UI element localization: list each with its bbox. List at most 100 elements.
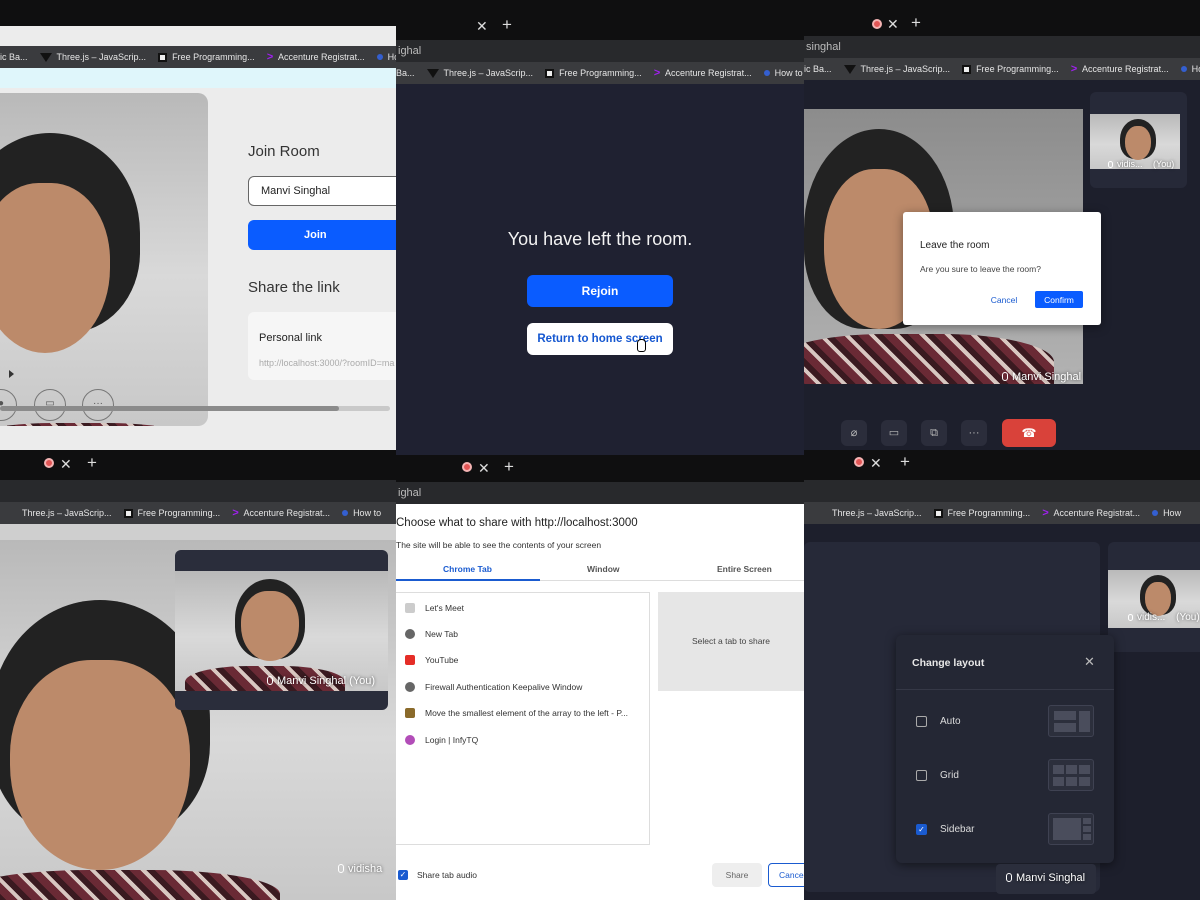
checkbox-icon [916, 716, 927, 727]
address-bar[interactable] [0, 480, 396, 502]
new-tab-icon[interactable]: + [502, 15, 512, 35]
bookmark-accenture[interactable]: > Accenture Registrat... [232, 507, 330, 519]
bookmark-free-programming[interactable]: Free Programming... [933, 508, 1030, 518]
end-call-button[interactable]: ☎ [1002, 419, 1056, 447]
tab-chrome-tab[interactable]: Chrome Tab [443, 564, 492, 574]
mute-mic-button[interactable]: ⌀ [841, 420, 867, 446]
layout-option-auto[interactable]: Auto [916, 716, 961, 727]
list-item[interactable]: YouTube [405, 655, 458, 665]
recording-icon [854, 457, 864, 467]
dot-icon [342, 510, 349, 516]
bookmark-accenture[interactable]: > Accenture Registrat... [654, 67, 752, 79]
close-tab-icon[interactable]: ✕ [870, 455, 882, 472]
bookmark-label: Free Programming... [172, 52, 255, 62]
share-button[interactable]: Share [712, 863, 762, 887]
bookmark-label: Accenture Registrat... [243, 508, 331, 518]
close-tab-icon[interactable]: ✕ [887, 16, 899, 33]
address-bar[interactable]: ighal [396, 482, 804, 504]
tab-window[interactable]: Window [587, 564, 620, 574]
new-tab-icon[interactable]: + [504, 457, 514, 477]
site-icon [405, 708, 415, 718]
checkbox-checked-icon: ✓ [398, 870, 408, 880]
return-home-button[interactable]: Return to home screen [527, 323, 673, 355]
share-audio-checkbox[interactable]: ✓ Share tab audio [398, 870, 477, 880]
panel-leave-dialog: ✕ + singhal ic Ba... Three.js – JavaScri… [804, 0, 1200, 450]
camera-button[interactable]: ▭ [881, 420, 907, 446]
tab-strip: ✕ + [0, 450, 396, 480]
youtube-icon [405, 655, 415, 665]
divider [896, 689, 1114, 690]
bookmark-partial[interactable]: ic Ba... [0, 52, 28, 62]
bookmark-how-to[interactable]: How to Make [376, 52, 396, 62]
close-tab-icon[interactable]: ✕ [476, 18, 488, 35]
video-progress-bar[interactable] [0, 406, 390, 411]
new-tab-icon[interactable]: + [87, 453, 97, 473]
close-tab-icon[interactable]: ✕ [478, 460, 490, 477]
personal-link-url[interactable]: http://localhost:3000/?roomID=ma [259, 358, 394, 368]
bookmark-accenture[interactable]: > Accenture Registrat... [1042, 507, 1140, 519]
bookmark-how-to[interactable]: How to [342, 508, 381, 518]
rejoin-button[interactable]: Rejoin [527, 275, 673, 307]
list-item[interactable]: Let's Meet [405, 603, 464, 613]
bookmark-accenture[interactable]: > Accenture Registrat... [1071, 63, 1169, 75]
bookmark-threejs[interactable]: Three.js – JavaScrip... [832, 508, 922, 518]
tab-strip [0, 0, 396, 26]
bookmark-label: Accenture Registrat... [1053, 508, 1141, 518]
bookmark-threejs[interactable]: Three.js – JavaScrip... [39, 52, 147, 62]
list-item[interactable]: Login | InfyTQ [405, 735, 478, 745]
threejs-icon [843, 64, 856, 74]
list-item[interactable]: Move the smallest element of the array t… [405, 708, 628, 718]
name-input[interactable] [248, 176, 396, 206]
participant-name: Manvi Singhal (You) [277, 675, 376, 687]
bookmark-how-to[interactable]: How [1152, 508, 1181, 518]
cancel-button[interactable]: Cancel [979, 291, 1029, 308]
close-icon[interactable]: ✕ [1084, 654, 1095, 670]
bookmark-threejs[interactable]: Three.js – JavaScrip... [22, 508, 112, 518]
layout-option-grid[interactable]: Grid [916, 770, 959, 781]
layout-option-sidebar[interactable]: ✓ Sidebar [916, 824, 974, 835]
bookmark-accenture[interactable]: > Accenture Registrat... [267, 51, 365, 63]
bookmark-label: Three.js – JavaScrip... [56, 52, 147, 62]
list-item-label: YouTube [425, 655, 459, 665]
new-tab-icon[interactable]: + [911, 13, 921, 33]
sidebar-layout-icon [1048, 813, 1094, 845]
bookmark-how-to[interactable]: How to Make a [1180, 64, 1200, 74]
option-label: Grid [940, 770, 959, 781]
bookmark-free-programming[interactable]: Free Programming... [123, 508, 220, 518]
bookmark-label: Accenture Registrat... [1082, 64, 1169, 74]
cancel-button[interactable]: Cance [768, 863, 804, 887]
share-screen-button[interactable]: ⧉ [921, 420, 947, 446]
tab-entire-screen[interactable]: Entire Screen [717, 564, 772, 574]
list-item[interactable]: Firewall Authentication Keepalive Window [405, 682, 582, 692]
bookmark-free-programming[interactable]: Free Programming... [962, 64, 1059, 74]
bookmarks-bar: Three.js – JavaScrip... Free Programming… [804, 502, 1200, 524]
bookmark-how-to[interactable]: How to Make [763, 68, 804, 78]
close-tab-icon[interactable]: ✕ [60, 456, 72, 473]
video-name-tag: vidis... (You) [1108, 159, 1174, 169]
participant-name: vidisha [348, 863, 383, 875]
bookmark-label: Three.js – JavaScrip... [22, 508, 112, 518]
dialog-title: Leave the room [920, 240, 990, 251]
new-tab-icon[interactable]: + [900, 452, 910, 472]
pip-tile[interactable]: Manvi Singhal (You) [175, 550, 388, 710]
recording-icon [872, 19, 882, 29]
panel-left-room: ✕ + ighal Ba... Three.js – JavaScrip... … [396, 0, 804, 455]
list-item[interactable]: New Tab [405, 629, 458, 639]
bookmark-partial[interactable]: Ba... [396, 68, 415, 78]
confirm-button[interactable]: Confirm [1035, 291, 1083, 308]
more-button[interactable]: ··· [961, 420, 987, 446]
address-bar[interactable] [804, 480, 1200, 502]
more-options-button[interactable]: ··· [82, 389, 114, 421]
bookmark-free-programming[interactable]: Free Programming... [158, 52, 255, 62]
address-bar[interactable]: ighal [396, 40, 804, 62]
infytq-icon [405, 735, 415, 745]
tab-strip: ✕ + [396, 0, 804, 40]
threejs-icon [39, 52, 52, 62]
address-bar[interactable]: singhal [804, 36, 1200, 58]
bookmark-partial[interactable]: ic Ba... [804, 64, 832, 74]
camera-toggle-button[interactable]: ▭ [34, 389, 66, 421]
bookmark-threejs[interactable]: Three.js – JavaScrip... [426, 68, 533, 78]
bookmark-free-programming[interactable]: Free Programming... [545, 68, 642, 78]
bookmark-threejs[interactable]: Three.js – JavaScrip... [843, 64, 950, 74]
join-button[interactable]: Join [248, 220, 396, 250]
